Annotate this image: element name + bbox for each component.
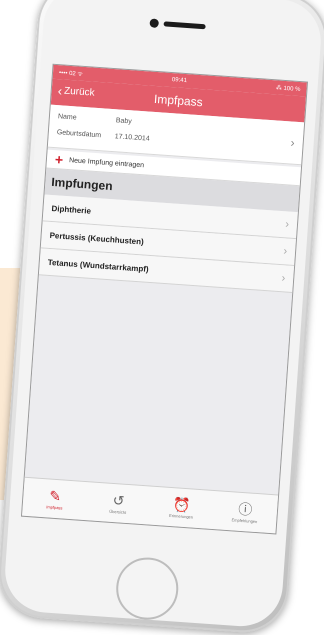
name-value: Baby <box>115 117 132 126</box>
tab-label: Empfehlungen <box>231 516 258 524</box>
tab-label: Erinnerungen <box>169 512 194 520</box>
list-item-label: Tetanus (Wundstarrkampf) <box>47 257 149 274</box>
carrier-signal: •••• 02 ᯤ <box>58 70 84 78</box>
chevron-right-icon: › <box>284 218 290 231</box>
chevron-right-icon: › <box>283 245 288 258</box>
tab-label: Impfpass <box>46 503 63 510</box>
plus-icon: + <box>54 151 64 168</box>
pen-icon: ✎ <box>48 487 62 504</box>
chevron-right-icon: › <box>290 135 296 150</box>
list-item-label: Diphtherie <box>51 203 92 216</box>
status-time: 09:41 <box>171 77 188 85</box>
tab-label: Übersicht <box>109 508 127 515</box>
chevron-right-icon: › <box>281 272 286 285</box>
history-icon: ↺ <box>112 491 126 509</box>
info-icon: ⓘ <box>237 500 253 518</box>
birthdate-label: Geburtsdatum <box>56 129 102 140</box>
name-label: Name <box>57 113 77 122</box>
tab-reminders[interactable]: ⏰ Erinnerungen <box>149 487 215 529</box>
app-screen: •••• 02 ᯤ 09:41 ⁂ 100 % ‹ Zurück Impfpas… <box>20 63 309 535</box>
alarm-clock-icon: ⏰ <box>172 495 192 513</box>
birthdate-value: 17.10.2014 <box>114 133 150 143</box>
new-vaccination-label: Neue Impfung eintragen <box>68 156 145 169</box>
tab-recommendations[interactable]: ⓘ Empfehlungen <box>212 491 278 533</box>
list-item-label: Pertussis (Keuchhusten) <box>49 230 145 246</box>
battery-indicator: ⁂ 100 % <box>275 84 301 93</box>
tab-overview[interactable]: ↺ Übersicht <box>85 482 151 524</box>
tab-impfpass[interactable]: ✎ Impfpass <box>22 478 88 520</box>
name-row: Name Baby <box>57 113 132 125</box>
birthdate-row: Geburtsdatum 17.10.2014 <box>56 129 150 142</box>
iphone-device: •••• 02 ᯤ 09:41 ⁂ 100 % ‹ Zurück Impfpas… <box>0 0 324 635</box>
